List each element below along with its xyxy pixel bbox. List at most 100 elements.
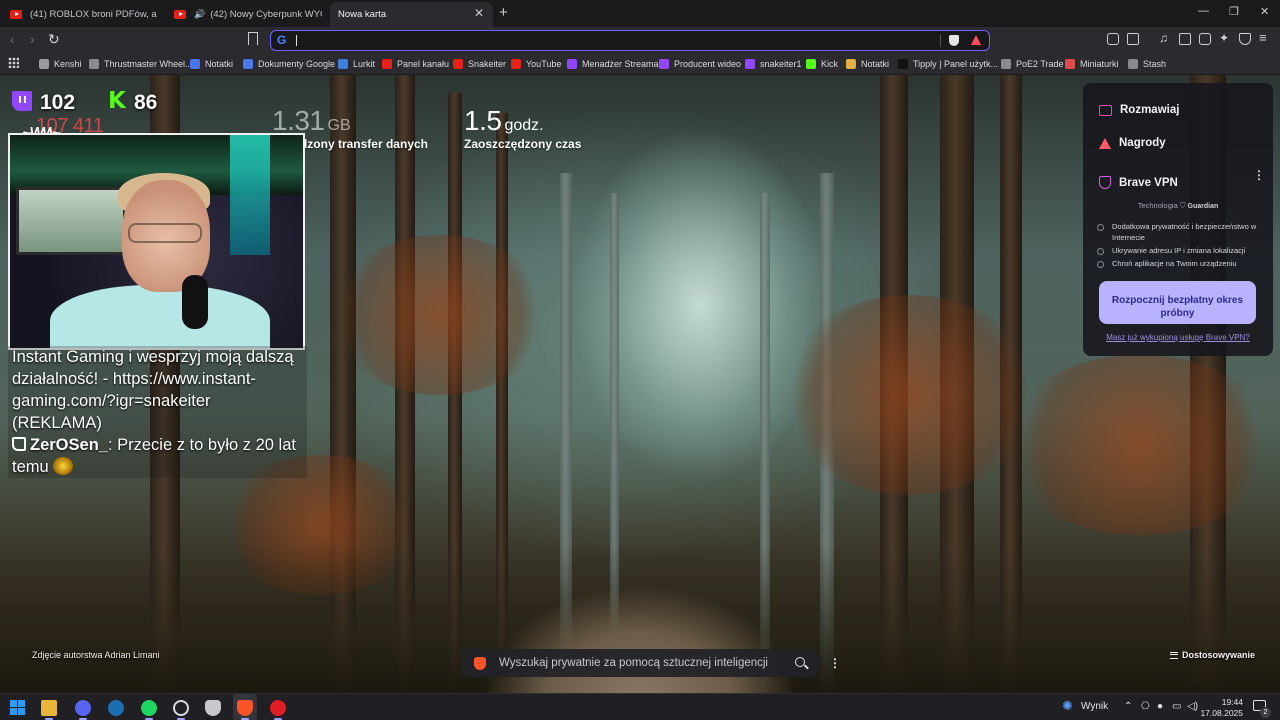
leo-ai-icon[interactable]: ✦: [1219, 31, 1231, 45]
webcam-feed: [8, 133, 305, 350]
tech-label: Technologia: [1137, 201, 1178, 210]
restore-icon[interactable]: ❐: [1229, 5, 1239, 18]
bookmark-item[interactable]: Snakeiter: [453, 57, 506, 71]
discord-icon[interactable]: [75, 700, 91, 716]
tab-new-tab[interactable]: Nowa karta: [330, 2, 493, 27]
bookmark-item[interactable]: Thrustmaster Wheel...: [89, 57, 193, 71]
vpn-feature: Chroń aplikacje na Twoim urządzeniu: [1097, 259, 1261, 270]
reload-icon[interactable]: ↻: [48, 31, 60, 48]
network-icon[interactable]: ▭: [1172, 701, 1181, 712]
kick-icon: K: [108, 88, 126, 114]
vpn-icon[interactable]: [1239, 33, 1251, 45]
forward-icon[interactable]: ›: [30, 31, 35, 47]
kick-viewer-count: 86: [134, 91, 158, 114]
brave-icon[interactable]: [237, 700, 253, 716]
bookmark-label: Tipply | Panel użytk...: [913, 59, 999, 69]
bookmark-label: Dokumenty Google: [258, 59, 336, 69]
notification-count: 2: [1260, 707, 1271, 718]
bookmark-item[interactable]: YouTube: [511, 57, 561, 71]
bookmark-favicon-icon: [1001, 59, 1011, 69]
bookmark-item[interactable]: Menadżer Streama: [567, 57, 659, 71]
wallet-icon[interactable]: [1199, 33, 1211, 45]
search-icon[interactable]: [795, 657, 805, 667]
file-explorer-icon[interactable]: [41, 700, 57, 716]
talk-icon: [1099, 104, 1112, 116]
bookmark-item[interactable]: Notatki: [190, 57, 233, 71]
apps-grid-icon[interactable]: [8, 57, 19, 68]
customize-button[interactable]: Dostosowywanie: [1170, 650, 1255, 660]
bookmark-item[interactable]: Notatki: [846, 57, 889, 71]
extensions-icon[interactable]: [1107, 33, 1119, 45]
vpn-feature: Ukrywanie adresu IP i zmiana lokalizacji: [1097, 246, 1261, 257]
stream-chat: Instant Gaming i wesprzyj moją dalszą dz…: [8, 346, 307, 478]
bookmark-item[interactable]: Kick: [806, 57, 838, 71]
bookmark-label: YouTube: [526, 59, 562, 69]
more-options-icon[interactable]: ⋮: [1253, 168, 1265, 182]
address-bar[interactable]: G: [270, 30, 990, 51]
bookmark-item[interactable]: Stash: [1128, 57, 1166, 71]
bookmark-label: Snakeiter: [468, 59, 507, 69]
close-window-icon[interactable]: ✕: [1260, 5, 1269, 18]
bookmark-item[interactable]: Panel kanału: [382, 57, 449, 71]
bookmark-favicon-icon: [511, 59, 521, 69]
bookmark-item[interactable]: Producent wideo: [659, 57, 741, 71]
menu-icon[interactable]: ≡: [1259, 30, 1271, 45]
weather-label[interactable]: Wynik: [1081, 701, 1108, 712]
chat-username: ZerOSen_: [30, 436, 108, 454]
brave-rewards-icon[interactable]: [971, 35, 981, 45]
tab-roblox[interactable]: (41) ROBLOX broni PDFów, a Masters: [10, 4, 160, 24]
sidebar-icon[interactable]: [1179, 33, 1191, 45]
close-tab-icon[interactable]: ✕: [474, 6, 484, 20]
stat-time: 1.5 godz. Zaoszczędzony czas: [464, 105, 581, 151]
bookmark-item[interactable]: Lurkit: [338, 57, 375, 71]
rozmawiaj-item[interactable]: Rozmawiaj: [1099, 104, 1179, 116]
microphone-icon[interactable]: ●: [1157, 701, 1163, 712]
feature-text: Chroń aplikacje na Twoim urządzeniu: [1112, 259, 1237, 268]
widget-icon[interactable]: ✺: [1062, 698, 1073, 714]
already-purchased-link[interactable]: Masz już wykupioną usługę Brave VPN?: [1083, 333, 1273, 342]
new-tab-button[interactable]: +: [499, 4, 508, 21]
music-icon[interactable]: ♫: [1159, 31, 1171, 45]
ai-search-box[interactable]: Wyszukaj prywatnie za pomocą sztucznej i…: [461, 649, 819, 677]
search-options-icon[interactable]: ⋮: [829, 656, 841, 670]
photo-credit[interactable]: Zdjęcie autorstwa Adrian Limani: [32, 650, 160, 660]
steam-icon[interactable]: [108, 700, 124, 716]
bookmark-favicon-icon: [382, 59, 392, 69]
tech-brand: Guardian: [1187, 203, 1219, 210]
address-input[interactable]: [299, 32, 899, 49]
bookmark-item[interactable]: PoE2 Trade: [1001, 57, 1064, 71]
bookmark-item[interactable]: Miniaturki: [1065, 57, 1119, 71]
tab-cyberpunk[interactable]: 🔊 (42) Nowy Cyberpunk WYGLĄDA: [174, 4, 322, 24]
bookmark-label: Lurkit: [353, 59, 376, 69]
obs-icon[interactable]: [173, 700, 189, 716]
bookmark-label: snakeiter1: [760, 59, 802, 69]
spotify-icon[interactable]: [141, 700, 157, 716]
brave-shields-icon[interactable]: [949, 35, 959, 46]
back-icon[interactable]: ‹: [10, 31, 15, 47]
bookmark-item[interactable]: Dokumenty Google: [243, 57, 335, 71]
brave-widget-panel: Rozmawiaj Nagrody Brave VPN ⋮ Technologi…: [1083, 83, 1273, 356]
bookmark-item[interactable]: snakeiter1: [745, 57, 802, 71]
start-icon[interactable]: [10, 700, 26, 716]
chat-message: Instant Gaming i wesprzyj moją dalszą dz…: [12, 346, 303, 434]
minimize-icon[interactable]: —: [1198, 5, 1209, 17]
bookmark-label: PoE2 Trade: [1016, 59, 1064, 69]
windows-taskbar: ✺ Wynik ⌃ ⎔ ● ▭ ◁) 19:44 17.08.2025 2: [0, 693, 1280, 720]
system-clock[interactable]: 19:44 17.08.2025: [1198, 697, 1243, 719]
item-label: Brave VPN: [1119, 176, 1178, 189]
bookmark-item[interactable]: Kenshi: [39, 57, 82, 71]
brave-vpn-item[interactable]: Brave VPN: [1099, 176, 1178, 189]
screenshot-icon[interactable]: [1127, 33, 1139, 45]
recording-app-icon[interactable]: [270, 700, 286, 716]
bookmark-item[interactable]: Tipply | Panel użytk...: [898, 57, 998, 71]
tray-app-icon[interactable]: ⎔: [1141, 701, 1150, 712]
google-icon: G: [277, 33, 287, 47]
start-trial-button[interactable]: Rozpocznij bezpłatny okres próbny: [1099, 281, 1256, 324]
tray-overflow-icon[interactable]: ⌃: [1124, 701, 1132, 712]
volume-icon[interactable]: ◁): [1187, 701, 1198, 712]
bookmark-icon[interactable]: [248, 32, 258, 45]
twitch-chat-icon: [12, 437, 26, 451]
nagrody-item[interactable]: Nagrody: [1099, 137, 1166, 149]
shield-app-icon[interactable]: [205, 700, 221, 716]
bookmark-favicon-icon: [243, 59, 253, 69]
